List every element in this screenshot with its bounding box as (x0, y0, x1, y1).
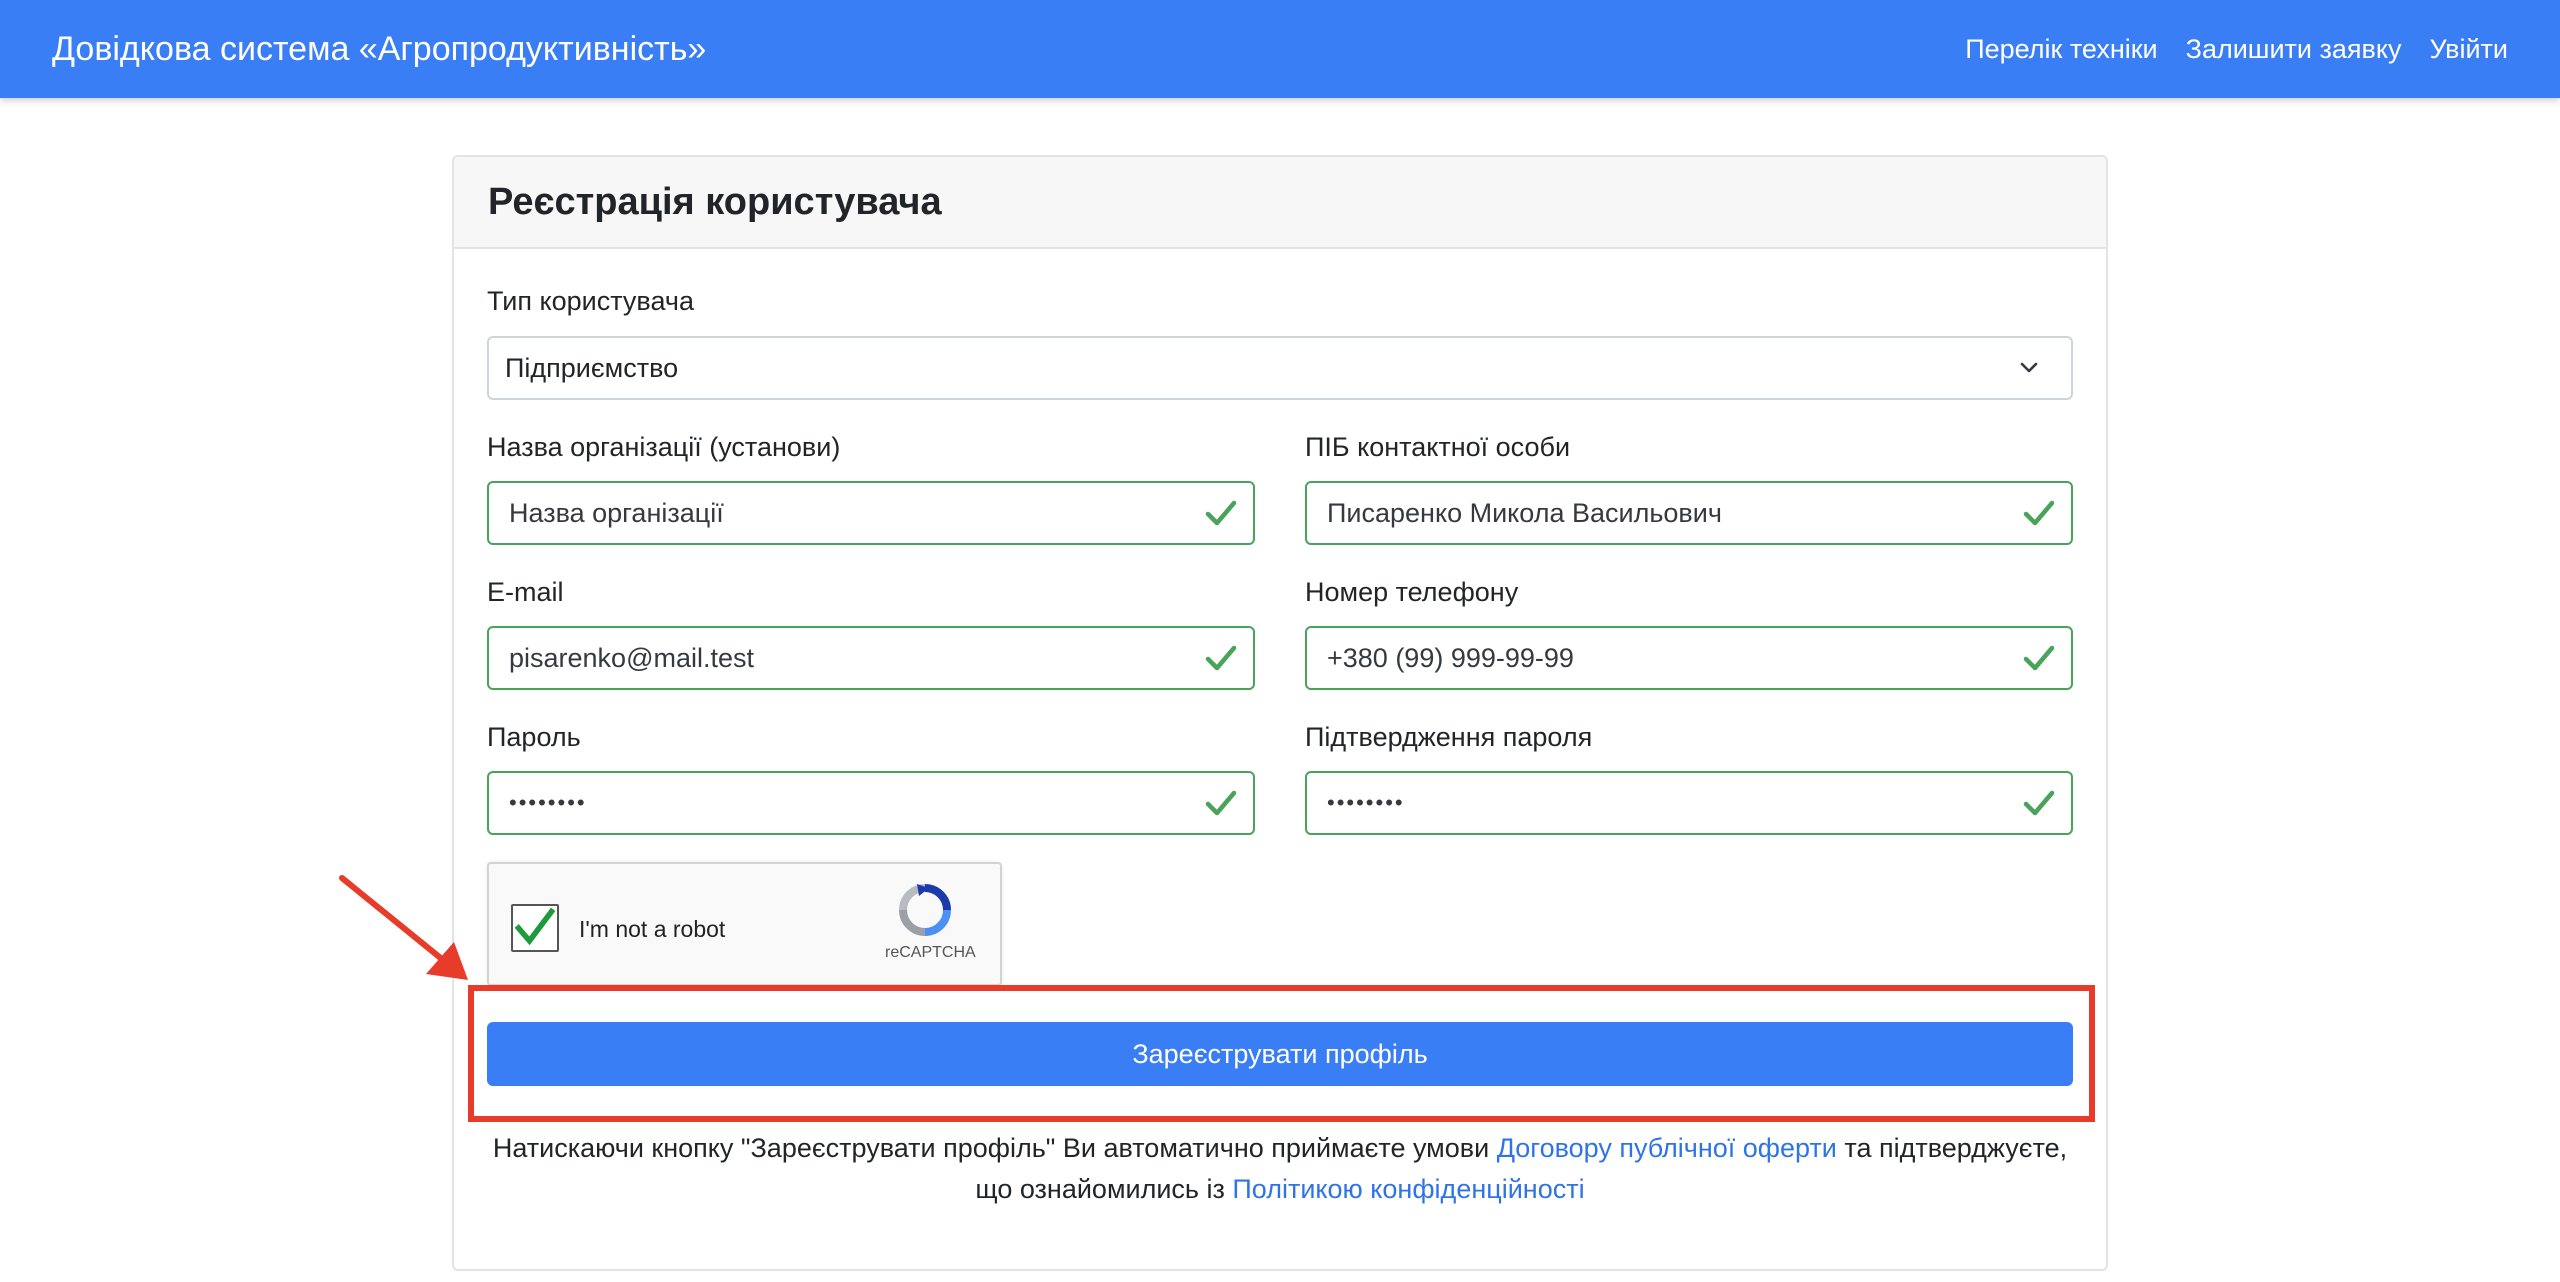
user-type-value: Підприємство (505, 352, 679, 383)
check-icon (514, 907, 556, 946)
email-value: pisarenko@mail.test (509, 642, 755, 673)
check-icon (2023, 790, 2055, 816)
org-name-input[interactable]: Назва організації (487, 481, 1255, 545)
public-offer-link[interactable]: Договору публічної оферти (1497, 1133, 1837, 1163)
chevron-down-icon (2020, 362, 2038, 373)
user-type-label: Тип користувача (487, 286, 694, 316)
org-name-value: Назва організації (509, 497, 724, 528)
nav-link-leave-request[interactable]: Залишити заявку (2186, 34, 2402, 65)
password-confirm-label: Підтвердження пароля (1305, 722, 1593, 752)
recaptcha-widget: I'm not a robot reCAPTCHA (487, 862, 1002, 986)
password-input[interactable]: •••••••• (487, 771, 1255, 835)
page-title: Реєстрація користувача (488, 180, 942, 223)
phone-input[interactable]: +380 (99) 999-99-99 (1305, 626, 2073, 690)
password-value: •••••••• (509, 790, 587, 815)
terms-notice: Натискаючи кнопку "Зареєструвати профіль… (487, 1128, 2073, 1210)
check-icon (2023, 500, 2055, 526)
nav-link-equipment-list[interactable]: Перелік техніки (1965, 34, 2157, 65)
register-profile-button[interactable]: Зареєструвати профіль (487, 1022, 2073, 1086)
user-type-select[interactable]: Підприємство (487, 336, 2073, 400)
phone-value: +380 (99) 999-99-99 (1327, 642, 1574, 673)
annotation-arrow-icon (339, 875, 468, 980)
check-icon (1205, 645, 1237, 671)
brand-title[interactable]: Довідкова система «Агропродуктивність» (52, 30, 706, 69)
check-icon (1205, 790, 1237, 816)
card-header: Реєстрація користувача (454, 157, 2106, 249)
password-confirm-input[interactable]: •••••••• (1305, 771, 2073, 835)
password-confirm-value: •••••••• (1327, 790, 1405, 815)
contact-name-input[interactable]: Писаренко Микола Васильович (1305, 481, 2073, 545)
contact-name-label: ПІБ контактної особи (1305, 432, 1571, 462)
nav-links: Перелік техніки Залишити заявку Увійти (1965, 34, 2508, 65)
email-input[interactable]: pisarenko@mail.test (487, 626, 1255, 690)
recaptcha-logo-icon (899, 884, 951, 936)
email-label: E-mail (487, 577, 564, 607)
recaptcha-label: I'm not a robot (579, 916, 726, 942)
check-icon (2023, 645, 2055, 671)
recaptcha-checkbox[interactable] (511, 904, 559, 952)
org-name-label: Назва організації (установи) (487, 432, 841, 462)
nav-link-login[interactable]: Увійти (2429, 34, 2508, 65)
contact-name-value: Писаренко Микола Васильович (1327, 497, 1722, 528)
check-icon (1205, 500, 1237, 526)
recaptcha-brand: reCAPTCHA (885, 944, 976, 961)
navbar: Довідкова система «Агропродуктивність» П… (0, 0, 2560, 98)
password-label: Пароль (487, 722, 581, 752)
privacy-policy-link[interactable]: Політикою конфіденційності (1232, 1174, 1584, 1204)
phone-label: Номер телефону (1305, 577, 1519, 607)
notice-text-part1: Натискаючи кнопку "Зареєструвати профіль… (492, 1133, 1497, 1163)
